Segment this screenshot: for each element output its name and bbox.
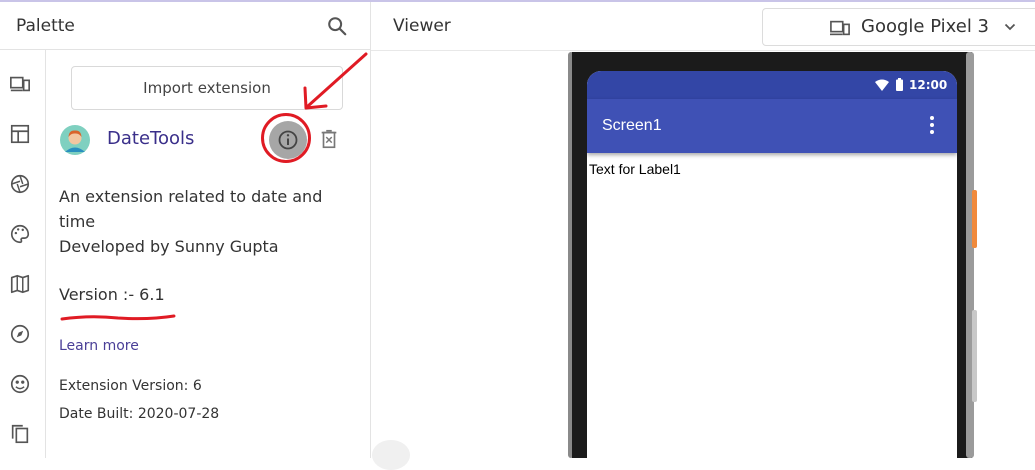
palette-category-rail	[0, 50, 46, 458]
palette-title: Palette	[16, 16, 75, 36]
search-icon[interactable]	[326, 15, 348, 37]
phone-screen[interactable]: 12:00 Screen1 Text for Label1	[587, 71, 957, 458]
app-bar: Screen1	[587, 99, 957, 153]
annotation-underline	[60, 314, 176, 321]
device-name: Google Pixel 3	[861, 16, 990, 37]
annotation-arrow	[303, 52, 368, 110]
description-text: An extension related to date and time	[59, 187, 323, 231]
compass-icon[interactable]	[9, 323, 31, 345]
screen-title: Screen1	[602, 117, 662, 134]
media-icon[interactable]	[9, 173, 31, 195]
learn-more-link[interactable]: Learn more	[59, 338, 139, 354]
copy-icon[interactable]	[9, 423, 31, 445]
map-icon[interactable]	[9, 273, 31, 295]
developer-text: Developed by Sunny Gupta	[59, 237, 279, 256]
date-built: Date Built: 2020-07-28	[59, 406, 220, 422]
label1[interactable]: Text for Label1	[589, 161, 681, 177]
more-vert-icon[interactable]	[929, 115, 935, 135]
extension-description: An extension related to date and time De…	[59, 184, 349, 259]
device-selector[interactable]: Google Pixel 3	[762, 8, 1035, 46]
palette-header: Palette	[0, 2, 370, 50]
status-time: 12:00	[909, 78, 948, 92]
annotation-circle	[261, 113, 311, 163]
wifi-icon	[875, 79, 889, 91]
devices-icon[interactable]	[9, 73, 31, 95]
extension-version: Extension Version: 6	[59, 378, 202, 394]
chevron-down-icon	[1004, 23, 1016, 31]
social-icon[interactable]	[9, 373, 31, 395]
battery-icon	[896, 78, 903, 91]
viewer-separator	[371, 50, 1035, 51]
delete-icon[interactable]	[318, 128, 340, 150]
viewer-title: Viewer	[393, 16, 451, 36]
extension-name[interactable]: DateTools	[107, 128, 194, 149]
version-text: Version :- 6.1	[59, 285, 165, 304]
panel-divider	[370, 2, 371, 458]
status-bar: 12:00	[587, 71, 957, 99]
device-icon	[830, 20, 850, 36]
phone-power-button	[972, 190, 977, 248]
phone-preview: 12:00 Screen1 Text for Label1	[568, 52, 977, 458]
phone-volume-button	[972, 310, 977, 402]
layout-icon[interactable]	[9, 123, 31, 145]
avatar	[60, 125, 90, 155]
palette-icon[interactable]	[9, 223, 31, 245]
scroll-handle[interactable]	[372, 440, 410, 470]
